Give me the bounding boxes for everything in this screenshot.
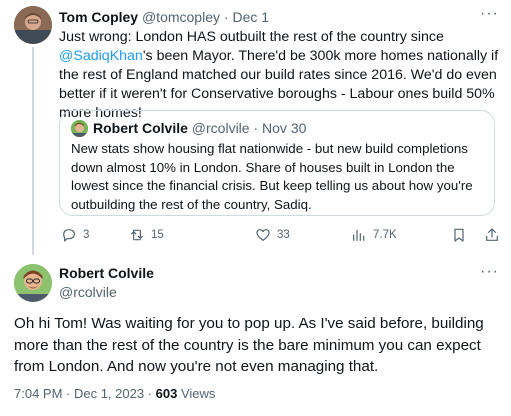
like-icon [256, 229, 270, 241]
avatar[interactable] [14, 6, 52, 44]
action-bar: 3 15 33 7.7K [59, 227, 499, 247]
separator: · [220, 9, 233, 25]
parent-tweet-header: Tom Copley @tomcopley · Dec 1 [59, 9, 269, 26]
avatar[interactable] [14, 264, 52, 302]
like-button[interactable]: 33 [255, 227, 290, 243]
tweet-text-part: Just wrong: London HAS outbuilt the rest… [59, 29, 444, 45]
views-count: 7.7K [373, 229, 397, 241]
quote-tweet-card[interactable]: Robert Colvile @rcolvile · Nov 30 New st… [59, 110, 495, 216]
tweet-text: Oh hi Tom! Was waiting for you to pop up… [14, 315, 484, 375]
views-icon [353, 229, 365, 241]
more-icon[interactable]: ··· [480, 264, 499, 280]
reply-count: 3 [83, 229, 90, 241]
author-handle[interactable]: @rcolvile [59, 284, 117, 301]
more-icon[interactable]: ··· [480, 6, 499, 22]
quote-date: Nov 30 [262, 120, 307, 136]
views-button[interactable]: 7.7K [351, 227, 397, 243]
tweet-metadata: 7:04 PM · Dec 1, 2023 · 603 Views [14, 385, 215, 402]
tweet-text: Just wrong: London HAS outbuilt the rest… [59, 28, 499, 123]
quote-author-name: Robert Colvile [93, 120, 188, 136]
like-count: 33 [277, 229, 290, 241]
reply-icon [63, 229, 75, 242]
retweet-count: 15 [151, 229, 164, 241]
separator: · [249, 120, 263, 136]
share-icon [486, 228, 498, 241]
quote-header: Robert Colvile @rcolvile · Nov 30 [93, 120, 306, 137]
views-count: 603 [155, 386, 178, 401]
tweet-date[interactable]: Dec 1 [232, 9, 269, 25]
author-handle[interactable]: @tomcopley [142, 9, 220, 25]
avatar [71, 120, 88, 137]
reply-button[interactable]: 3 [61, 227, 89, 243]
retweet-button[interactable]: 15 [129, 227, 164, 243]
main-tweet: Robert Colvile @rcolvile ··· Oh hi Tom! … [0, 258, 511, 416]
author-name[interactable]: Robert Colvile [59, 265, 154, 282]
quote-author-handle: @rcolvile [191, 120, 250, 136]
retweet-icon [131, 229, 143, 241]
thread-line [32, 47, 34, 255]
author-name[interactable]: Tom Copley [59, 9, 138, 25]
mention-link[interactable]: @SadiqKhan [59, 48, 143, 64]
tweet-timestamp[interactable]: 7:04 PM · Dec 1, 2023 · [14, 386, 156, 401]
bookmark-icon [454, 228, 464, 242]
bookmark-button[interactable] [451, 227, 473, 243]
views-label: Views [177, 386, 216, 401]
share-button[interactable] [484, 227, 506, 243]
parent-tweet[interactable]: Tom Copley @tomcopley · Dec 1 ··· Just w… [0, 0, 511, 258]
quote-text: New stats show housing flat nationwide -… [71, 141, 473, 212]
